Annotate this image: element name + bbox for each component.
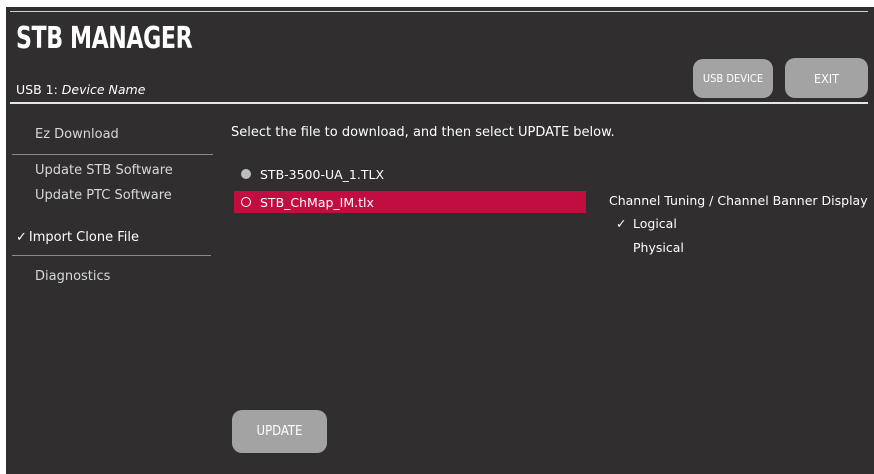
file-name: STB-3500-UA_1.TLX: [260, 166, 385, 182]
checkmark-icon: ✓: [616, 216, 627, 231]
sidebar-divider: [12, 154, 213, 155]
header-bottom-divider: [10, 102, 868, 104]
file-list-item-selected[interactable]: STB_ChMap_IM.tlx: [234, 191, 586, 213]
channel-options-heading: Channel Tuning / Channel Banner Display: [609, 193, 868, 208]
device-name: Device Name: [61, 82, 146, 97]
file-list-item[interactable]: STB-3500-UA_1.TLX: [234, 163, 586, 185]
option-label: Logical: [633, 216, 677, 231]
sidebar-item-label: Import Clone File: [28, 230, 139, 245]
radio-empty-icon: [241, 197, 251, 207]
option-label: Physical: [633, 240, 684, 255]
device-line: USB 1: Device Name: [16, 82, 145, 97]
sidebar-item-update-ptc-software[interactable]: Update PTC Software: [35, 188, 172, 203]
usb-device-button[interactable]: USB DEVICE: [693, 59, 773, 98]
update-button[interactable]: UPDATE: [232, 410, 327, 453]
app-title: STB MANAGER: [16, 21, 193, 56]
device-prefix: USB 1:: [16, 82, 58, 97]
instruction-text: Select the file to download, and then se…: [231, 125, 615, 140]
header-top-divider: [10, 11, 868, 12]
option-logical[interactable]: ✓ Logical: [616, 216, 677, 231]
radio-filled-icon: [241, 169, 251, 179]
sidebar-item-update-stb-software[interactable]: Update STB Software: [35, 163, 173, 178]
checkmark-icon: ✓: [16, 230, 27, 245]
stb-manager-screen: STB MANAGER USB 1: Device Name USB DEVIC…: [6, 7, 874, 474]
sidebar-item-diagnostics[interactable]: Diagnostics: [35, 269, 110, 284]
option-physical[interactable]: Physical: [616, 240, 684, 255]
sidebar-divider: [12, 255, 211, 256]
file-name: STB_ChMap_IM.tlx: [260, 194, 374, 210]
sidebar-item-import-clone-file[interactable]: ✓ Import Clone File: [16, 230, 139, 245]
exit-button[interactable]: EXIT: [785, 58, 868, 98]
sidebar-item-ez-download[interactable]: Ez Download: [35, 127, 119, 142]
